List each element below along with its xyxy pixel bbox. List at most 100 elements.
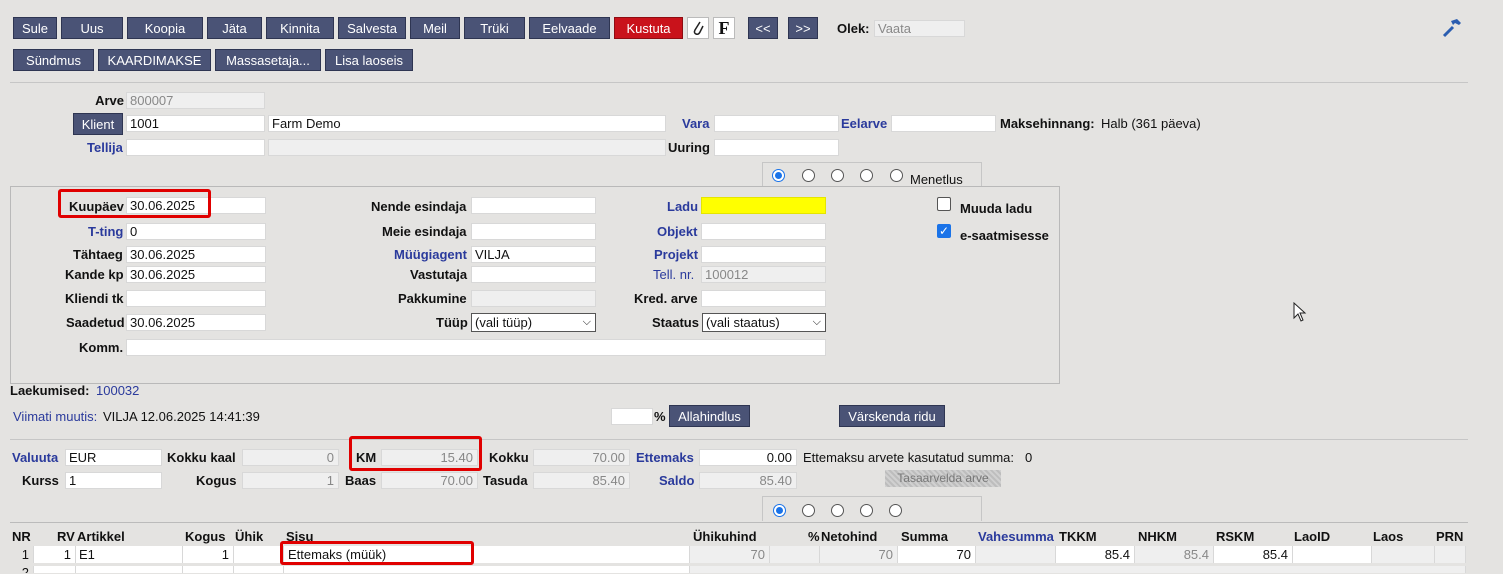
warehouse-input[interactable] [701,197,826,214]
sales-agent-input[interactable]: VILJA [471,246,596,263]
credit-invoice-input[interactable] [701,290,826,307]
paperclip-icon [693,21,704,35]
save-button[interactable]: Salvesta [338,17,406,39]
responsible-input[interactable] [471,266,596,283]
prepayment-input[interactable]: 0.00 [699,449,797,466]
col-subtotal[interactable]: Vahesumma [978,529,1054,544]
preview-button[interactable]: Eelvaade [529,17,610,39]
add-stock-button[interactable]: Lisa laoseis [325,49,413,71]
client-button[interactable]: Klient [73,113,123,135]
tab-radio-4[interactable] [860,169,873,182]
order-number-link[interactable]: Tell. nr. [653,267,694,282]
close-button[interactable]: Sule [13,17,57,39]
row-rest [690,566,1466,573]
row-rskm[interactable]: 85.4 [1214,546,1293,563]
row-laoid[interactable] [1293,546,1372,563]
tab-radio-2[interactable] [802,169,815,182]
row-article[interactable] [76,566,183,573]
row-sum[interactable]: 70 [898,546,976,563]
asset-link[interactable]: Vara [682,116,709,131]
attachment-button[interactable] [687,17,709,39]
sent-input[interactable]: 30.06.2025 [126,314,266,331]
client-name-input[interactable]: Farm Demo [268,115,666,132]
row-quantity[interactable] [183,566,234,573]
currency-input[interactable]: EUR [65,449,162,466]
discount-percent-input[interactable] [611,408,653,425]
row-content[interactable] [284,566,690,573]
card-payment-button[interactable]: KAARDIMAKSE [98,49,211,71]
delete-button[interactable]: Kustuta [614,17,683,39]
row-unit[interactable] [234,546,284,563]
discount-button[interactable]: Allahindlus [669,405,750,427]
tab-radio-procedure[interactable] [890,169,903,182]
row-tab-radio-5[interactable] [889,504,902,517]
object-input[interactable] [701,223,826,240]
table-row[interactable]: 1 1 E1 1 Ettemaks (müük) 70 70 70 85.4 8… [10,546,1466,564]
their-rep-input[interactable] [471,197,596,214]
e-send-checkbox[interactable]: ✓ [937,224,951,238]
currency-link[interactable]: Valuuta [12,450,58,465]
row-quantity[interactable]: 1 [183,546,234,563]
project-input[interactable] [701,246,826,263]
row-tab-radio-2[interactable] [802,504,815,517]
row-rv[interactable] [34,566,76,573]
invoice-number: 800007 [126,92,265,109]
email-button[interactable]: Meil [410,17,460,39]
comment-input[interactable] [126,339,826,356]
client-tk-input[interactable] [126,290,266,307]
event-button[interactable]: Sündmus [13,49,94,71]
orderer-input[interactable] [126,139,265,156]
row-unit[interactable] [234,566,284,573]
budget-link[interactable]: Eelarve [841,116,887,131]
client-code-input[interactable]: 1001 [126,115,265,132]
row-article[interactable]: E1 [76,546,183,563]
row-rv[interactable]: 1 [34,546,76,563]
sales-agent-link[interactable]: Müügiagent [394,247,467,262]
row-tab-radio-4[interactable] [860,504,873,517]
receipts-label: Laekumised: [10,383,90,398]
type-select[interactable]: (vali tüüp) ⌵ [471,313,596,332]
change-warehouse-checkbox[interactable] [937,197,951,211]
orderer-link[interactable]: Tellija [87,140,123,155]
new-button[interactable]: Uus [61,17,123,39]
tab-radio-3[interactable] [831,169,844,182]
cancel-button[interactable]: Jäta [207,17,262,39]
next-button[interactable]: >> [788,17,818,39]
rate-input[interactable]: 1 [65,472,162,489]
entry-date-input[interactable]: 30.06.2025 [126,266,266,283]
due-date-input[interactable]: 30.06.2025 [126,246,266,263]
inquiry-input[interactable] [714,139,839,156]
print-button[interactable]: Trüki [464,17,525,39]
offset-invoice-button[interactable]: Tasaarvelda arve [885,470,1001,487]
asset-input[interactable] [714,115,839,132]
object-link[interactable]: Objekt [657,224,697,239]
row-tkkm[interactable]: 85.4 [1056,546,1135,563]
f-button[interactable]: F [713,17,735,39]
tab-radio-1[interactable] [772,169,785,182]
receipts-link[interactable]: 100032 [96,383,139,398]
row-tab-radio-3[interactable] [831,504,844,517]
prepayment-used-value: 0 [1025,450,1033,465]
row-tab-radio-1[interactable] [773,504,786,517]
confirm-button[interactable]: Kinnita [266,17,334,39]
copy-button[interactable]: Koopia [127,17,203,39]
prepayment-link[interactable]: Ettemaks [636,450,694,465]
project-link[interactable]: Projekt [654,247,698,262]
mass-setter-button[interactable]: Massasetaja... [215,49,321,71]
last-changed-value: VILJA 12.06.2025 14:41:39 [103,409,260,424]
col-rskm: RSKM [1216,529,1255,544]
tools-button[interactable] [1440,16,1464,40]
quantity-field: 1 [242,472,339,489]
refresh-rows-button[interactable]: Värskenda ridu [839,405,945,427]
prev-button[interactable]: << [748,17,778,39]
our-rep-input[interactable] [471,223,596,240]
table-row[interactable]: 2 [10,566,1466,573]
balance-link[interactable]: Saldo [659,473,694,488]
payment-term-link[interactable]: T-ting [88,224,123,239]
warehouse-link[interactable]: Ladu [667,199,698,214]
last-changed-label: Viimati muutis: [13,409,98,424]
state-select[interactable]: (vali staatus) ⌵ [702,313,826,332]
payment-term-input[interactable]: 0 [126,223,266,240]
client-tk-label: Kliendi tk [65,291,124,306]
budget-input[interactable] [891,115,996,132]
